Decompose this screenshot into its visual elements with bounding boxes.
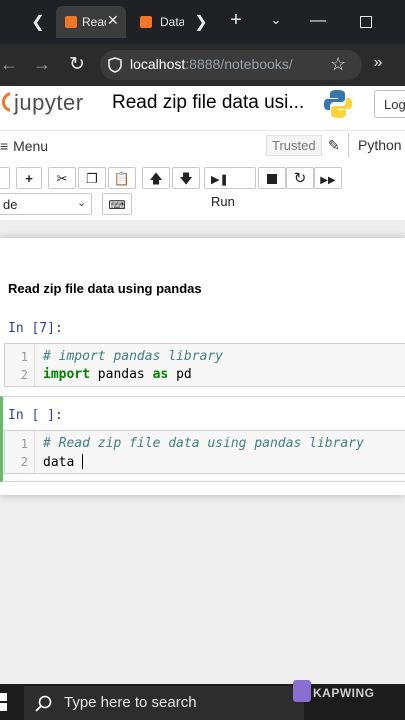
- tab-inactive[interactable]: Data: [130, 6, 186, 38]
- cell-prompt: In [7]:: [8, 321, 63, 336]
- windows-start-icon[interactable]: [0, 693, 8, 711]
- tab-scroll-right-icon[interactable]: ❯: [194, 12, 208, 32]
- copy-button[interactable]: ❐: [78, 167, 106, 189]
- python-logo-icon: [324, 90, 352, 118]
- code-line: # import pandas library: [43, 349, 223, 364]
- cell-type-value: de: [3, 197, 18, 212]
- code-text: data: [43, 455, 83, 470]
- code-comment: # Read zip file data using pandas librar…: [43, 436, 364, 451]
- menu-label: Menu: [13, 138, 49, 154]
- line-number: 2: [20, 368, 28, 382]
- cut-button[interactable]: ✂: [48, 167, 76, 189]
- back-icon[interactable]: ←: [0, 54, 18, 75]
- copy-icon: ❐: [86, 171, 98, 186]
- code-keyword: import: [43, 367, 90, 382]
- plus-icon: +: [25, 171, 33, 186]
- scissors-icon: ✂: [56, 171, 68, 186]
- forward-icon[interactable]: →: [32, 54, 52, 75]
- tab-active[interactable]: Read zip file data using pandas ✕: [56, 6, 126, 38]
- url-path: :8888/notebooks/: [185, 56, 293, 72]
- run-label: Run: [211, 194, 235, 209]
- cell-type-select[interactable]: de ⌄: [0, 193, 92, 215]
- trusted-indicator[interactable]: Trusted: [266, 135, 322, 156]
- maximize-icon[interactable]: [360, 16, 372, 28]
- tab-close-icon[interactable]: ✕: [107, 12, 119, 29]
- menu-button[interactable]: ≡ Menu: [0, 138, 48, 154]
- save-button[interactable]: [0, 167, 10, 189]
- edit-pencil-icon[interactable]: ✎: [328, 137, 340, 154]
- fast-forward-icon: ▶▶: [320, 175, 336, 186]
- line-number: 1: [20, 350, 28, 364]
- move-down-button[interactable]: 🡇: [172, 167, 200, 189]
- markdown-heading[interactable]: Read zip file data using pandas: [8, 281, 202, 296]
- menu-divider: [348, 133, 349, 157]
- insert-cell-button[interactable]: +: [16, 167, 42, 189]
- search-placeholder: Type here to search: [64, 694, 197, 711]
- code-line: data: [43, 454, 84, 470]
- cell-prompt: In [ ]:: [8, 408, 63, 423]
- restart-run-all-button[interactable]: ▶▶: [314, 167, 342, 189]
- code-line: # Read zip file data using pandas librar…: [43, 436, 364, 451]
- restart-icon: ↻: [293, 170, 307, 187]
- command-palette-button[interactable]: ⌨: [102, 193, 132, 215]
- code-comment: # import pandas library: [43, 349, 224, 364]
- logout-button[interactable]: Log: [374, 90, 405, 118]
- new-tab-icon[interactable]: +: [226, 9, 246, 32]
- logout-label: Log: [384, 97, 405, 112]
- url-field[interactable]: localhost:8888/notebooks/ ☆: [100, 50, 362, 80]
- watermark-text: KAPWING: [313, 686, 375, 700]
- text-cursor: [82, 454, 84, 469]
- gutter-divider: [34, 344, 35, 386]
- arrow-up-icon: 🡅: [149, 171, 163, 186]
- jupyter-logo-text[interactable]: jupyter: [14, 90, 84, 116]
- taskbar-search-box[interactable]: Type here to search: [24, 686, 304, 720]
- code-keyword: as: [152, 367, 169, 382]
- menu-bar: [0, 130, 405, 161]
- line-number: 1: [20, 437, 28, 451]
- run-button[interactable]: ▶❚ Run: [204, 167, 256, 209]
- reload-icon[interactable]: ↻: [66, 53, 88, 76]
- code-text: pd: [168, 367, 192, 382]
- gutter-divider: [34, 431, 35, 473]
- shield-icon: [108, 57, 122, 73]
- stop-icon: [267, 174, 277, 184]
- move-up-button[interactable]: 🡅: [142, 167, 170, 189]
- jupyter-tab-icon: [65, 16, 77, 28]
- line-number: 2: [20, 455, 28, 469]
- kernel-indicator[interactable]: Python 3: [358, 137, 405, 153]
- code-text: pandas: [89, 367, 153, 382]
- url-host: localhost: [130, 56, 186, 72]
- search-icon: [35, 695, 52, 712]
- restart-button[interactable]: ↻: [286, 167, 314, 189]
- tab-label: Read zip file data using pandas: [82, 15, 106, 29]
- interrupt-button[interactable]: [258, 167, 286, 189]
- keyboard-icon: ⌨: [108, 198, 126, 212]
- jupyter-logo-icon[interactable]: [0, 91, 10, 115]
- extensions-chevron-icon[interactable]: »: [368, 54, 388, 72]
- step-forward-icon: ▶❚: [211, 174, 229, 186]
- tab-label: Data: [160, 15, 184, 29]
- minimize-icon[interactable]: —: [308, 12, 328, 30]
- code-line: import pandas as pd: [43, 367, 192, 382]
- notebook-title[interactable]: Read zip file data usi...: [112, 92, 304, 114]
- paste-button[interactable]: 📋: [108, 167, 136, 189]
- paste-icon: 📋: [113, 171, 131, 186]
- bookmark-star-icon[interactable]: ☆: [330, 54, 346, 75]
- jupyter-tab-icon: [140, 16, 152, 28]
- tab-scroll-left-icon[interactable]: ❮: [30, 12, 46, 32]
- hamburger-icon: ≡: [0, 138, 9, 154]
- kapwing-mascot-icon: [293, 680, 311, 702]
- chevron-down-icon: ⌄: [77, 197, 87, 209]
- tab-search-chevron-icon[interactable]: ⌄: [266, 12, 286, 28]
- arrow-down-icon: 🡇: [179, 171, 193, 186]
